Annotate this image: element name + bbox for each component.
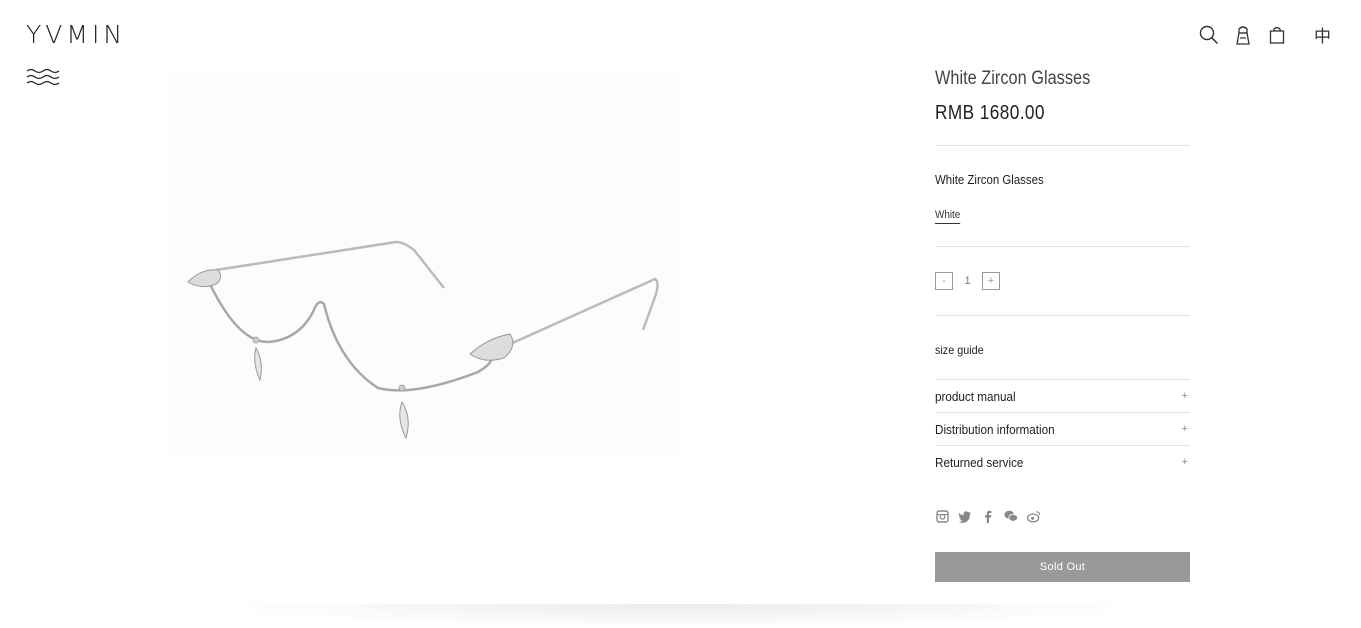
sold-out-button[interactable]: Sold Out — [935, 552, 1190, 582]
language-switch[interactable]: 中 — [1314, 22, 1331, 47]
brand-logo[interactable]: YVMIN — [26, 20, 126, 49]
header-actions: 中 — [1198, 22, 1331, 47]
divider — [935, 246, 1190, 247]
search-icon[interactable] — [1198, 24, 1220, 46]
quantity-stepper: - 1 + — [935, 272, 1190, 290]
product-price: RMB 1680.00 — [935, 102, 1045, 124]
expand-icon: + — [1181, 390, 1188, 402]
quantity-decrease-button[interactable]: - — [935, 272, 953, 290]
weibo-icon[interactable] — [1027, 509, 1041, 523]
wechat-icon[interactable] — [1004, 509, 1018, 523]
accordion-product-manual[interactable]: product manual + — [935, 379, 1190, 412]
divider — [935, 145, 1190, 146]
product-image — [168, 72, 680, 456]
section-shadow — [200, 604, 1160, 628]
divider — [935, 315, 1190, 316]
expand-icon: + — [1181, 456, 1188, 468]
expand-icon: + — [1181, 423, 1188, 435]
product-title: White Zircon Glasses — [935, 68, 1091, 89]
instagram-icon[interactable] — [935, 509, 949, 523]
accordion-label: Distribution information — [935, 421, 1055, 437]
accordion-label: Returned service — [935, 454, 1024, 470]
product-panel: White Zircon Glasses RMB 1680.00 White Z… — [935, 68, 1190, 582]
info-accordion: product manual + Distribution informatio… — [935, 379, 1190, 478]
menu-icon[interactable] — [26, 68, 60, 90]
social-share — [935, 509, 1190, 523]
account-icon[interactable] — [1232, 24, 1254, 46]
quantity-value[interactable]: 1 — [953, 275, 982, 287]
variant-title: White Zircon Glasses — [935, 172, 1044, 187]
accordion-returned-service[interactable]: Returned service + — [935, 445, 1190, 478]
accordion-distribution-information[interactable]: Distribution information + — [935, 412, 1190, 445]
facebook-icon[interactable] — [981, 509, 995, 523]
size-guide-link[interactable]: size guide — [935, 343, 1165, 357]
shopping-bag-icon[interactable] — [1266, 24, 1288, 46]
color-option-white[interactable]: White — [935, 209, 961, 224]
accordion-label: product manual — [935, 388, 1016, 404]
quantity-increase-button[interactable]: + — [982, 272, 1000, 290]
twitter-icon[interactable] — [958, 509, 972, 523]
